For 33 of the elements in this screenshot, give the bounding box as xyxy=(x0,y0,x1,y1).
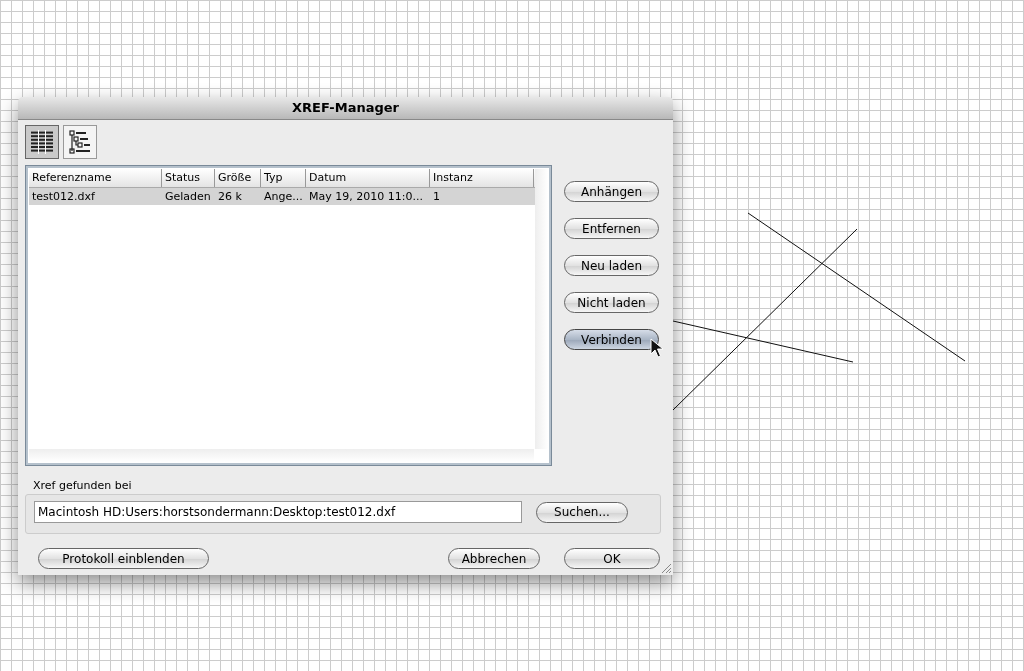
resize-grip-icon[interactable] xyxy=(660,562,672,574)
column-header[interactable]: Instanz xyxy=(430,169,534,187)
list-view-button[interactable] xyxy=(25,125,59,159)
column-header[interactable]: Referenzname xyxy=(29,169,162,187)
table-cell-text: test012.dxf xyxy=(31,189,96,205)
action-button[interactable]: Verbinden xyxy=(564,329,659,350)
column-header[interactable]: Status xyxy=(162,169,215,187)
scrollbar[interactable] xyxy=(535,169,548,449)
table-cell-text: Geladen xyxy=(164,189,212,205)
show-log-button[interactable]: Protokoll einblenden xyxy=(38,548,209,569)
table-cell-text: 1 xyxy=(432,189,441,205)
ok-button[interactable]: OK xyxy=(564,548,660,569)
action-button[interactable]: Anhängen xyxy=(564,181,659,202)
cancel-button[interactable]: Abbrechen xyxy=(448,548,540,569)
table-cell-text: May 19, 2010 11:0... xyxy=(308,189,424,205)
column-header[interactable]: Typ xyxy=(261,169,306,187)
tree-icon xyxy=(68,129,92,155)
action-button[interactable]: Entfernen xyxy=(564,218,659,239)
action-button[interactable]: Nicht laden xyxy=(564,292,659,313)
table-row[interactable]: test012.dxf Geladen 26 k Ange... May 19, 2010 11:0... 1 xyxy=(29,188,535,205)
tree-view-button[interactable] xyxy=(63,125,97,159)
browse-button[interactable]: Suchen... xyxy=(536,501,628,523)
list-icon xyxy=(30,130,54,154)
table-cell-text: Ange... xyxy=(263,189,304,205)
column-header[interactable]: Datum xyxy=(306,169,430,187)
group-label: Xref gefunden bei xyxy=(33,479,133,492)
path-field[interactable]: Macintosh HD:Users:horstsondermann:Desktop:test012.dxf xyxy=(34,501,522,523)
pointer-icon xyxy=(650,338,663,358)
window-title: XREF-Manager xyxy=(18,97,673,120)
column-header[interactable]: Größe xyxy=(215,169,261,187)
action-button[interactable]: Neu laden xyxy=(564,255,659,276)
scrollbar[interactable] xyxy=(29,449,534,462)
table-cell-text: 26 k xyxy=(217,189,243,205)
